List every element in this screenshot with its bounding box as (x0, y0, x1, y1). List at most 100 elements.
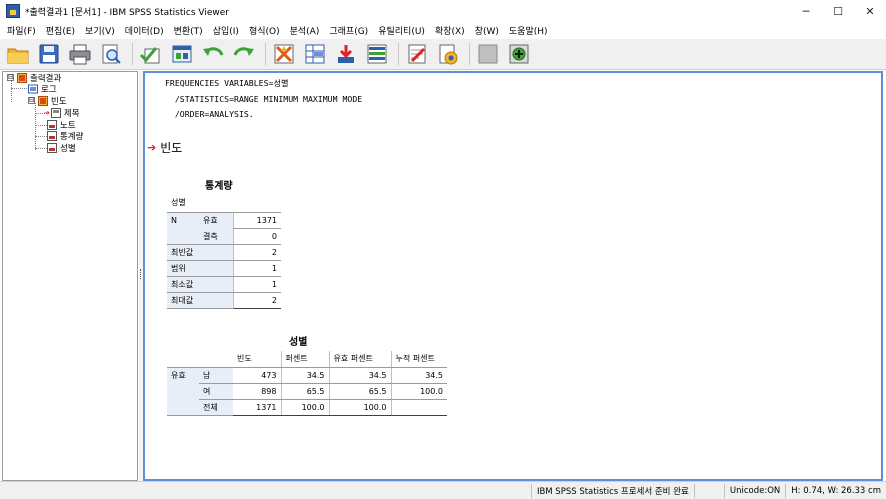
outline-node-gender[interactable]: 성별 (47, 142, 76, 154)
output-book-icon (17, 72, 27, 83)
menu-edit[interactable]: 편집(E) (41, 24, 80, 37)
row-sublabel: 결측 (199, 228, 233, 245)
cell-value: 2 (232, 244, 281, 261)
spss-app-icon (6, 4, 20, 18)
menu-file[interactable]: 파일(F) (2, 24, 41, 37)
freq-table[interactable]: 빈도 퍼센트 유효 퍼센트 누적 퍼센트 유효 남 473 34.5 34.5 … (167, 351, 447, 416)
export-icon[interactable] (139, 42, 163, 66)
freq-table-title: 성별 (289, 337, 308, 348)
title-bar: *출력결과1 [문서1] - IBM SPSS Statistics Viewe… (0, 0, 886, 22)
content-pane[interactable]: FREQUENCIES VARIABLES=성별 /STATISTICS=RAN… (143, 71, 883, 481)
row-label: 범위 (167, 260, 233, 277)
cell-value: 100.0 (390, 383, 447, 400)
recall-dialog-icon[interactable] (170, 42, 194, 66)
maximize-button[interactable]: ☐ (822, 0, 854, 22)
outline-node-log[interactable]: 로그 (28, 83, 57, 95)
outline-node-notes[interactable]: 노트 (47, 119, 76, 131)
cell-value (390, 399, 447, 416)
stats-table[interactable]: N 유효 1371 결측 0 최빈값 2 범위 1 최소값 1 최대값 2 (167, 212, 281, 309)
table-row: N 유효 1371 (167, 212, 281, 229)
variables-icon[interactable] (365, 42, 389, 66)
close-button[interactable]: ✕ (854, 0, 886, 22)
header-spacer (167, 351, 199, 367)
output-book-icon (38, 95, 48, 106)
table-icon (47, 130, 57, 141)
designate-window-icon[interactable] (405, 42, 429, 66)
print-icon[interactable] (68, 42, 92, 66)
collapse-expander[interactable]: ⊟ (7, 74, 14, 81)
menu-window[interactable]: 창(W) (470, 24, 504, 37)
row-label: 최소값 (167, 276, 233, 293)
log-icon (28, 84, 38, 94)
cell-value: 65.5 (280, 383, 329, 400)
collapse-icon[interactable] (476, 42, 500, 66)
undo-icon[interactable] (201, 42, 225, 66)
menu-analyze[interactable]: 분석(A) (285, 24, 325, 37)
outline-label: 성별 (60, 143, 76, 154)
outline-node-output[interactable]: ⊟ 출력결과 (7, 72, 61, 84)
print-preview-icon[interactable] (99, 42, 123, 66)
stats-variable-label: 성별 (171, 198, 186, 207)
goto-data-icon[interactable] (272, 42, 296, 66)
row-label (167, 228, 199, 245)
cell-value: 2 (232, 292, 281, 309)
column-header: 빈도 (233, 351, 281, 368)
syntax-line: /STATISTICS=RANGE MINIMUM MAXIMUM MODE (165, 93, 363, 104)
table-header-row: 빈도 퍼센트 유효 퍼센트 누적 퍼센트 (167, 351, 447, 368)
table-row: 결측 0 (167, 228, 281, 245)
cell-value: 1 (232, 276, 281, 293)
menu-insert[interactable]: 삽입(I) (208, 24, 244, 37)
cell-value: 34.5 (280, 366, 329, 384)
row-label: 전체 (199, 398, 233, 416)
syntax-line: /ORDER=ANALYSIS. (165, 109, 254, 119)
stats-table-title: 통계량 (205, 181, 233, 192)
column-header: 유효 퍼센트 (328, 351, 391, 368)
insert-output-icon[interactable] (507, 42, 531, 66)
outline-node-frequencies[interactable]: ⊟ 빈도 (28, 95, 67, 107)
menu-extensions[interactable]: 확장(X) (430, 24, 470, 37)
goto-variable-icon[interactable] (334, 42, 358, 66)
menu-view[interactable]: 보기(V) (80, 24, 120, 37)
menu-help[interactable]: 도움말(H) (504, 24, 553, 37)
row-group-label (167, 399, 199, 416)
menu-utilities[interactable]: 유틸리티(U) (373, 24, 430, 37)
outline-node-title[interactable]: ➔ 제목 (44, 107, 80, 119)
show-hide-icon[interactable] (436, 42, 460, 66)
outline-label: 통계량 (60, 131, 84, 142)
row-label: 여 (199, 382, 233, 399)
redo-icon[interactable] (232, 42, 256, 66)
row-label: 최빈값 (167, 244, 233, 261)
menu-format[interactable]: 형식(O) (244, 24, 285, 37)
collapse-expander[interactable]: ⊟ (28, 97, 35, 104)
window-title: *출력결과1 [문서1] - IBM SPSS Statistics Viewe… (25, 7, 229, 18)
viewer-frame: ⊟ 출력결과 로그 ⊟ 빈도 ➔ 제목 노트 통계량 성별 FREQUENCIE… (0, 71, 886, 481)
cell-value: 473 (233, 366, 281, 384)
cell-value: 65.5 (328, 383, 391, 400)
minimize-button[interactable]: ─ (790, 0, 822, 22)
outline-node-statistics[interactable]: 통계량 (47, 130, 84, 142)
row-label: 최대값 (167, 292, 233, 309)
cell-value: 0 (232, 228, 281, 245)
table-row: 여 898 65.5 65.5 100.0 (167, 382, 447, 400)
syntax-block: FREQUENCIES VARIABLES=성별 /STATISTICS=RAN… (165, 76, 362, 123)
outline-label: 빈도 (51, 96, 67, 107)
goto-case-icon[interactable] (303, 42, 327, 66)
open-folder-icon[interactable] (6, 42, 30, 66)
save-icon[interactable] (37, 42, 61, 66)
table-row: 최빈값 2 (167, 244, 281, 261)
current-item-arrow-icon: ➔ (147, 141, 157, 154)
cell-value: 100.0 (280, 399, 329, 416)
table-row: 범위 1 (167, 260, 281, 277)
menu-transform[interactable]: 변환(T) (169, 24, 208, 37)
row-label: N (167, 212, 199, 229)
cell-value: 898 (233, 383, 281, 400)
menu-graphs[interactable]: 그래프(G) (324, 24, 373, 37)
row-label: 남 (199, 366, 233, 383)
section-heading[interactable]: ➔ 빈도 (147, 139, 182, 156)
cell-value: 1371 (232, 212, 281, 229)
unicode-status: Unicode:ON (723, 483, 785, 498)
cell-value: 100.0 (328, 399, 391, 416)
outline-pane[interactable]: ⊟ 출력결과 로그 ⊟ 빈도 ➔ 제목 노트 통계량 성별 (2, 71, 138, 481)
menu-data[interactable]: 데이터(D) (120, 24, 169, 37)
table-row: 최소값 1 (167, 276, 281, 293)
